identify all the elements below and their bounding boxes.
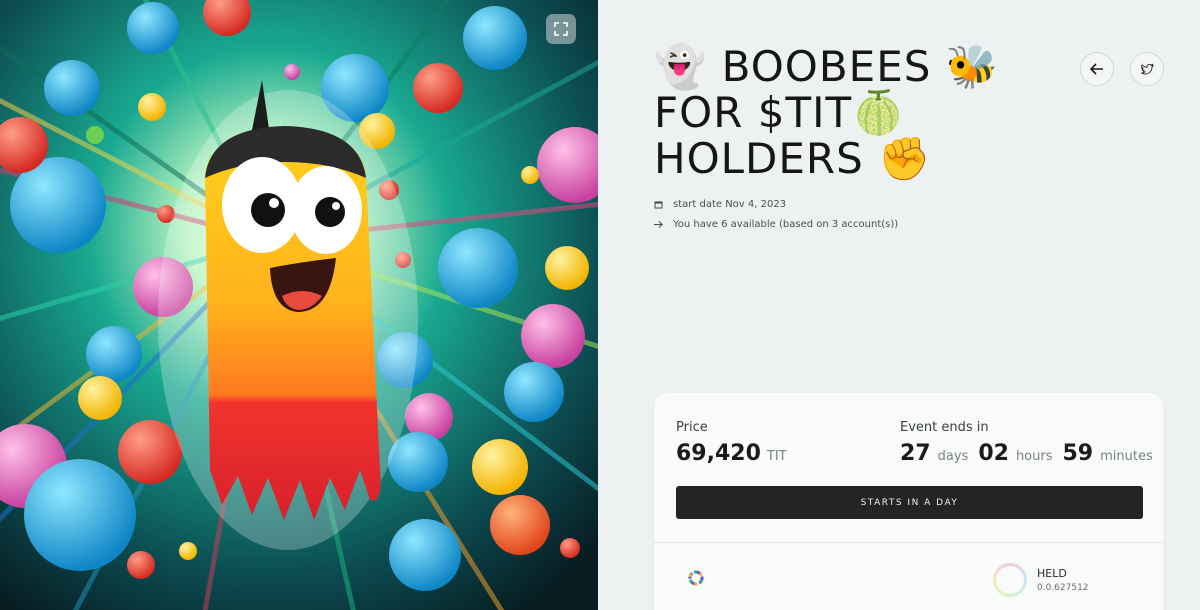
countdown: 27 days 02 hours 59 minutes [900, 441, 1153, 466]
availability-text: You have 6 available (based on 3 account… [673, 219, 899, 230]
expand-icon [554, 22, 568, 36]
countdown-days: 27 [900, 441, 931, 466]
title-line-2: FOR $TIT🍈 [654, 88, 906, 137]
held-label: HELD [1037, 567, 1067, 580]
page-title: 👻 BOOBEES 🐝 FOR $TIT🍈 HOLDERS ✊ [654, 44, 1054, 182]
calendar-icon [654, 200, 663, 209]
countdown-days-unit: days [937, 449, 969, 464]
price-value: 69,420 [676, 441, 761, 466]
countdown-hours-unit: hours [1015, 449, 1053, 464]
start-date-row: start date Nov 4, 2023 [654, 199, 786, 210]
drop-details-panel: 👻 BOOBEES 🐝 FOR $TIT🍈 HOLDERS ✊ start da… [598, 0, 1200, 610]
countdown-minutes: 59 [1062, 441, 1094, 466]
card-divider [654, 542, 1164, 543]
starts-in-button[interactable]: STARTS IN A DAY [676, 486, 1143, 519]
event-ends-label: Event ends in [900, 420, 989, 435]
twitter-share-button[interactable] [1130, 52, 1164, 86]
token-logo-icon [688, 570, 704, 586]
price-label: Price [676, 420, 708, 435]
back-button[interactable] [1080, 52, 1114, 86]
purchase-card: Price 69,420 TIT Event ends in 27 days 0… [654, 393, 1164, 610]
expand-image-button[interactable] [546, 14, 576, 44]
countdown-hours: 02 [978, 441, 1009, 466]
availability-row: You have 6 available (based on 3 account… [654, 219, 898, 230]
price-unit: TIT [766, 449, 787, 464]
collection-artwork [0, 0, 598, 610]
held-token-id: 0.0.627512 [1037, 583, 1089, 593]
arrow-right-icon [654, 220, 663, 229]
start-date-text: start date Nov 4, 2023 [673, 199, 787, 210]
countdown-minutes-unit: minutes [1100, 449, 1153, 464]
held-avatar-icon [993, 563, 1027, 597]
bee-character-illustration [0, 0, 598, 610]
arrow-left-icon [1089, 63, 1103, 75]
twitter-icon [1141, 63, 1154, 75]
title-line-3: HOLDERS ✊ [654, 134, 932, 183]
price-row: 69,420 TIT [676, 441, 787, 466]
title-line-1: 👻 BOOBEES 🐝 [654, 42, 1000, 91]
